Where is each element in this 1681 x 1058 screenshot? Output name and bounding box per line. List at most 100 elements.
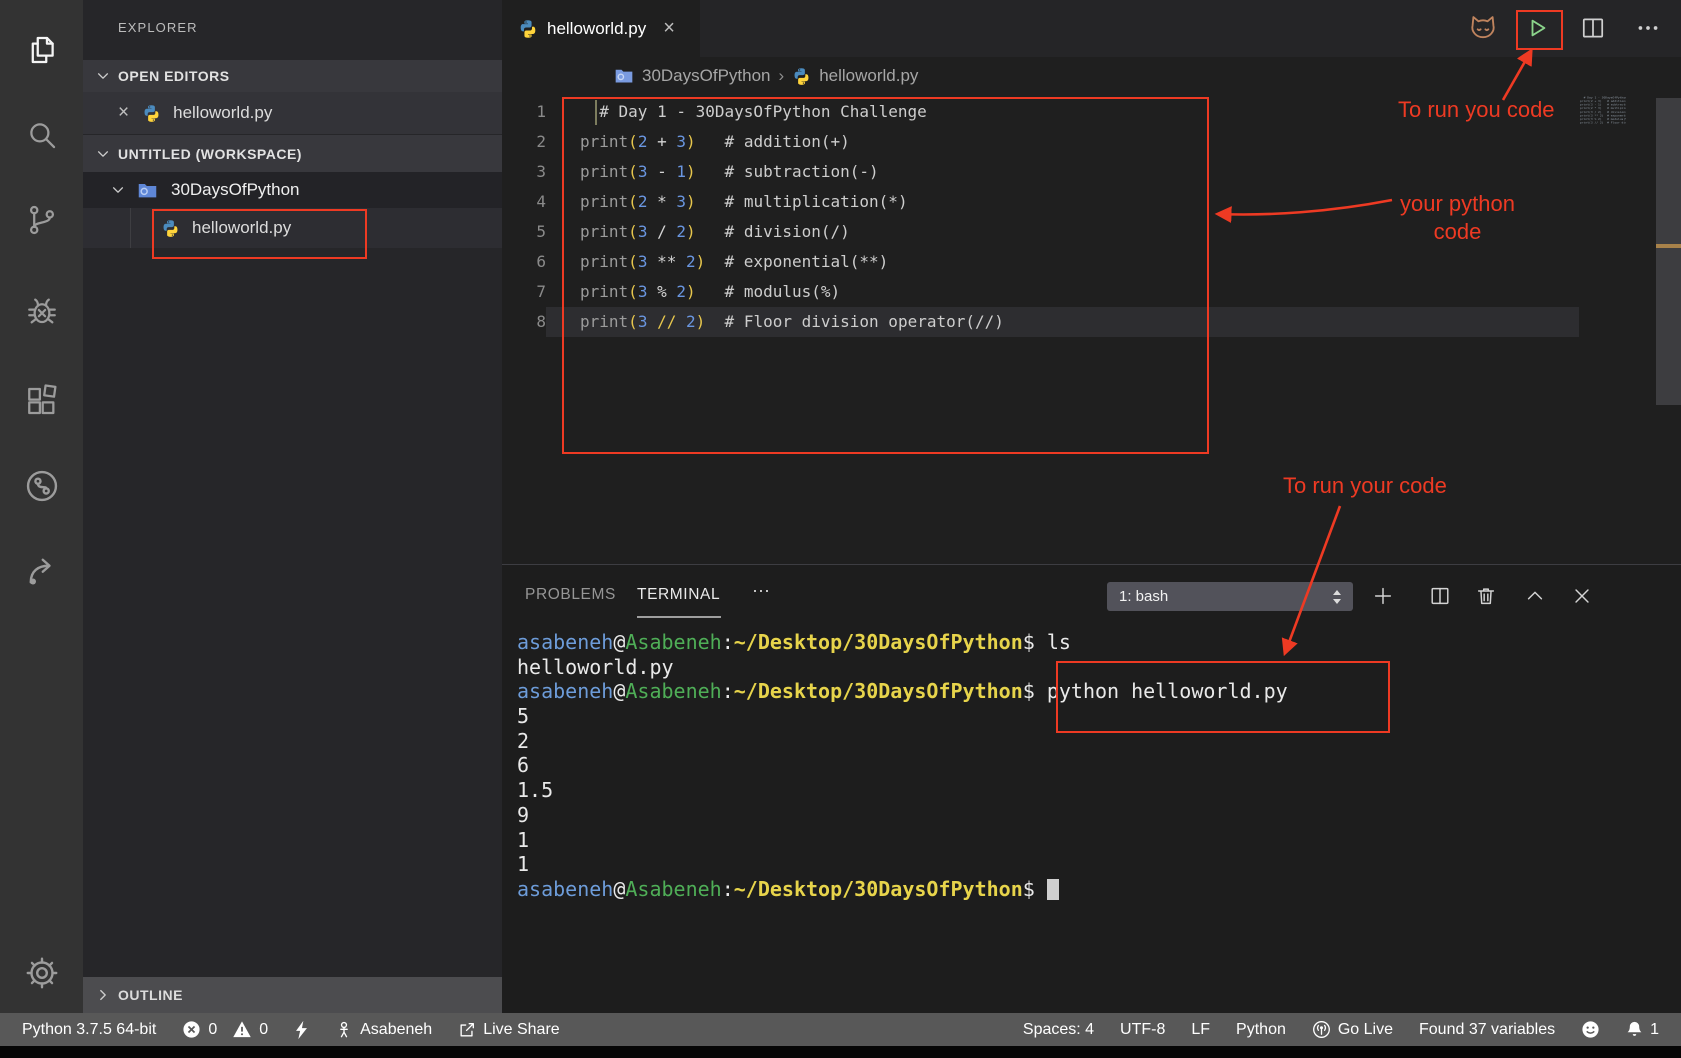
terminal-line: 9 [517, 803, 1288, 828]
person-icon [335, 1020, 353, 1039]
sidebar-file-helloworld[interactable]: helloworld.py [83, 208, 502, 248]
sidebar-folder-30daysofpython[interactable]: 30DaysOfPython [83, 172, 502, 208]
python-interpreter-status[interactable]: Python 3.7.5 64-bit [22, 1021, 156, 1039]
activity-bar [0, 0, 83, 1046]
search-icon[interactable] [0, 110, 83, 160]
chevron-down-icon [96, 147, 110, 161]
code-line: 4print(2 * 3) # multiplication(*) [502, 187, 1579, 217]
terminal-line: 2 [517, 729, 1288, 754]
more-actions-icon[interactable] [1633, 13, 1663, 43]
folder-label: 30DaysOfPython [171, 180, 300, 200]
notifications-status[interactable]: 1 [1626, 1020, 1659, 1039]
python-file-icon [518, 19, 538, 39]
feedback-smiley-icon[interactable] [1581, 1020, 1600, 1039]
new-terminal-icon[interactable] [1371, 584, 1395, 608]
folder-icon [137, 180, 158, 201]
code-line: 2print(2 + 3) # addition(+) [502, 127, 1579, 157]
tab-problems[interactable]: PROBLEMS [525, 586, 616, 604]
open-editor-item[interactable]: × helloworld.py [83, 92, 502, 134]
terminal-cursor [1047, 879, 1059, 900]
close-panel-icon[interactable] [1570, 584, 1594, 608]
minimap-code: # Day 1 - 30DaysOfPython Challenge print… [1580, 96, 1594, 125]
extensions-icon[interactable] [0, 376, 83, 426]
folder-icon [614, 66, 634, 86]
code-line: 7print(3 % 2) # modulus(%) [502, 277, 1579, 307]
minimap[interactable]: # Day 1 - 30DaysOfPython Challenge print… [1580, 96, 1626, 130]
chevron-right-icon [96, 988, 110, 1002]
sidebar-explorer: EXPLORER OPEN EDITORS × helloworld.py UN… [83, 0, 502, 1046]
breadcrumb-file[interactable]: helloworld.py [819, 66, 918, 86]
scrollbar-marker [1656, 244, 1681, 248]
indent-guide [130, 208, 131, 248]
workspace-header[interactable]: UNTITLED (WORKSPACE) [83, 135, 502, 172]
error-icon [182, 1020, 201, 1039]
terminal-line: asabeneh@Asabeneh:~/Desktop/30DaysOfPyth… [517, 679, 1288, 704]
breadcrumb-separator: › [779, 66, 785, 86]
explorer-icon[interactable] [0, 25, 83, 75]
editor-scrollbar[interactable] [1656, 98, 1681, 405]
live-share-arrow-icon[interactable] [0, 546, 83, 596]
terminal-line: asabeneh@Asabeneh:~/Desktop/30DaysOfPyth… [517, 630, 1288, 655]
code-editor[interactable]: 1 # Day 1 - 30DaysOfPython Challenge2pri… [502, 97, 1579, 337]
warning-icon [232, 1020, 252, 1039]
tab-helloworld[interactable]: helloworld.py × [502, 0, 700, 57]
bottom-black-strip [0, 1046, 1681, 1058]
code-line: 1 # Day 1 - 30DaysOfPython Challenge [502, 97, 1579, 127]
settings-gear-icon[interactable] [0, 948, 83, 998]
tab-terminal[interactable]: TERMINAL [637, 586, 720, 604]
terminal-content[interactable]: asabeneh@Asabeneh:~/Desktop/30DaysOfPyth… [517, 630, 1288, 902]
python-file-icon [161, 219, 180, 238]
breadcrumb: 30DaysOfPython › helloworld.py [614, 57, 918, 95]
source-control-icon[interactable] [0, 195, 83, 245]
outline-header[interactable]: OUTLINE [83, 977, 502, 1013]
go-live-status[interactable]: Go Live [1312, 1020, 1393, 1039]
terminal-line: 5 [517, 704, 1288, 729]
sidebar-title: EXPLORER [118, 20, 198, 35]
terminal-line: 6 [517, 753, 1288, 778]
open-editors-header[interactable]: OPEN EDITORS [83, 60, 502, 92]
chevron-down-icon [96, 69, 110, 83]
live-share-status[interactable]: Live Share [458, 1021, 560, 1039]
close-icon[interactable]: × [663, 17, 675, 40]
terminal-line: helloworld.py [517, 655, 1288, 680]
variables-status[interactable]: Found 37 variables [1419, 1021, 1555, 1039]
editor-cursor [595, 100, 597, 125]
panel-more-icon[interactable]: ⋯ [752, 581, 772, 602]
terminal-line: 1.5 [517, 778, 1288, 803]
terminal-line: 1 [517, 852, 1288, 877]
bell-icon [1626, 1020, 1643, 1039]
terminal-line: 1 [517, 828, 1288, 853]
code-line: 6print(3 ** 2) # exponential(**) [502, 247, 1579, 277]
chevron-down-icon [111, 183, 125, 197]
eol-status[interactable]: LF [1191, 1021, 1210, 1039]
debug-icon[interactable] [0, 286, 83, 336]
python-file-icon [792, 67, 811, 86]
run-button[interactable] [1516, 10, 1559, 46]
terminal-line: asabeneh@Asabeneh:~/Desktop/30DaysOfPyth… [517, 877, 1288, 902]
live-share-icon [458, 1021, 476, 1039]
split-terminal-icon[interactable] [1428, 584, 1452, 608]
user-status[interactable]: Asabeneh [335, 1020, 432, 1039]
bolt-icon[interactable] [294, 1020, 309, 1040]
maximize-panel-icon[interactable] [1523, 584, 1547, 608]
code-line: 3print(3 - 1) # subtraction(-) [502, 157, 1579, 187]
cat-extension-icon[interactable] [1466, 11, 1500, 45]
file-label: helloworld.py [192, 218, 291, 238]
close-icon[interactable]: × [118, 102, 129, 124]
terminal-tab-underline [637, 616, 721, 618]
git-circle-icon[interactable] [0, 461, 83, 511]
encoding-status[interactable]: UTF-8 [1120, 1021, 1165, 1039]
shell-select-dropdown[interactable]: 1: bash [1107, 582, 1353, 611]
breadcrumb-folder[interactable]: 30DaysOfPython [642, 66, 771, 86]
open-editor-file-label: helloworld.py [173, 103, 272, 123]
indentation-status[interactable]: Spaces: 4 [1023, 1021, 1094, 1039]
spinner-arrows-icon [1329, 587, 1345, 607]
tab-label: helloworld.py [547, 19, 646, 39]
split-editor-icon[interactable] [1578, 13, 1608, 43]
go-live-icon [1312, 1020, 1331, 1039]
language-status[interactable]: Python [1236, 1021, 1286, 1039]
kill-terminal-trash-icon[interactable] [1474, 584, 1498, 608]
python-file-icon [142, 104, 161, 123]
shell-select-value: 1: bash [1107, 588, 1329, 605]
problems-status[interactable]: 0 0 [182, 1020, 268, 1039]
